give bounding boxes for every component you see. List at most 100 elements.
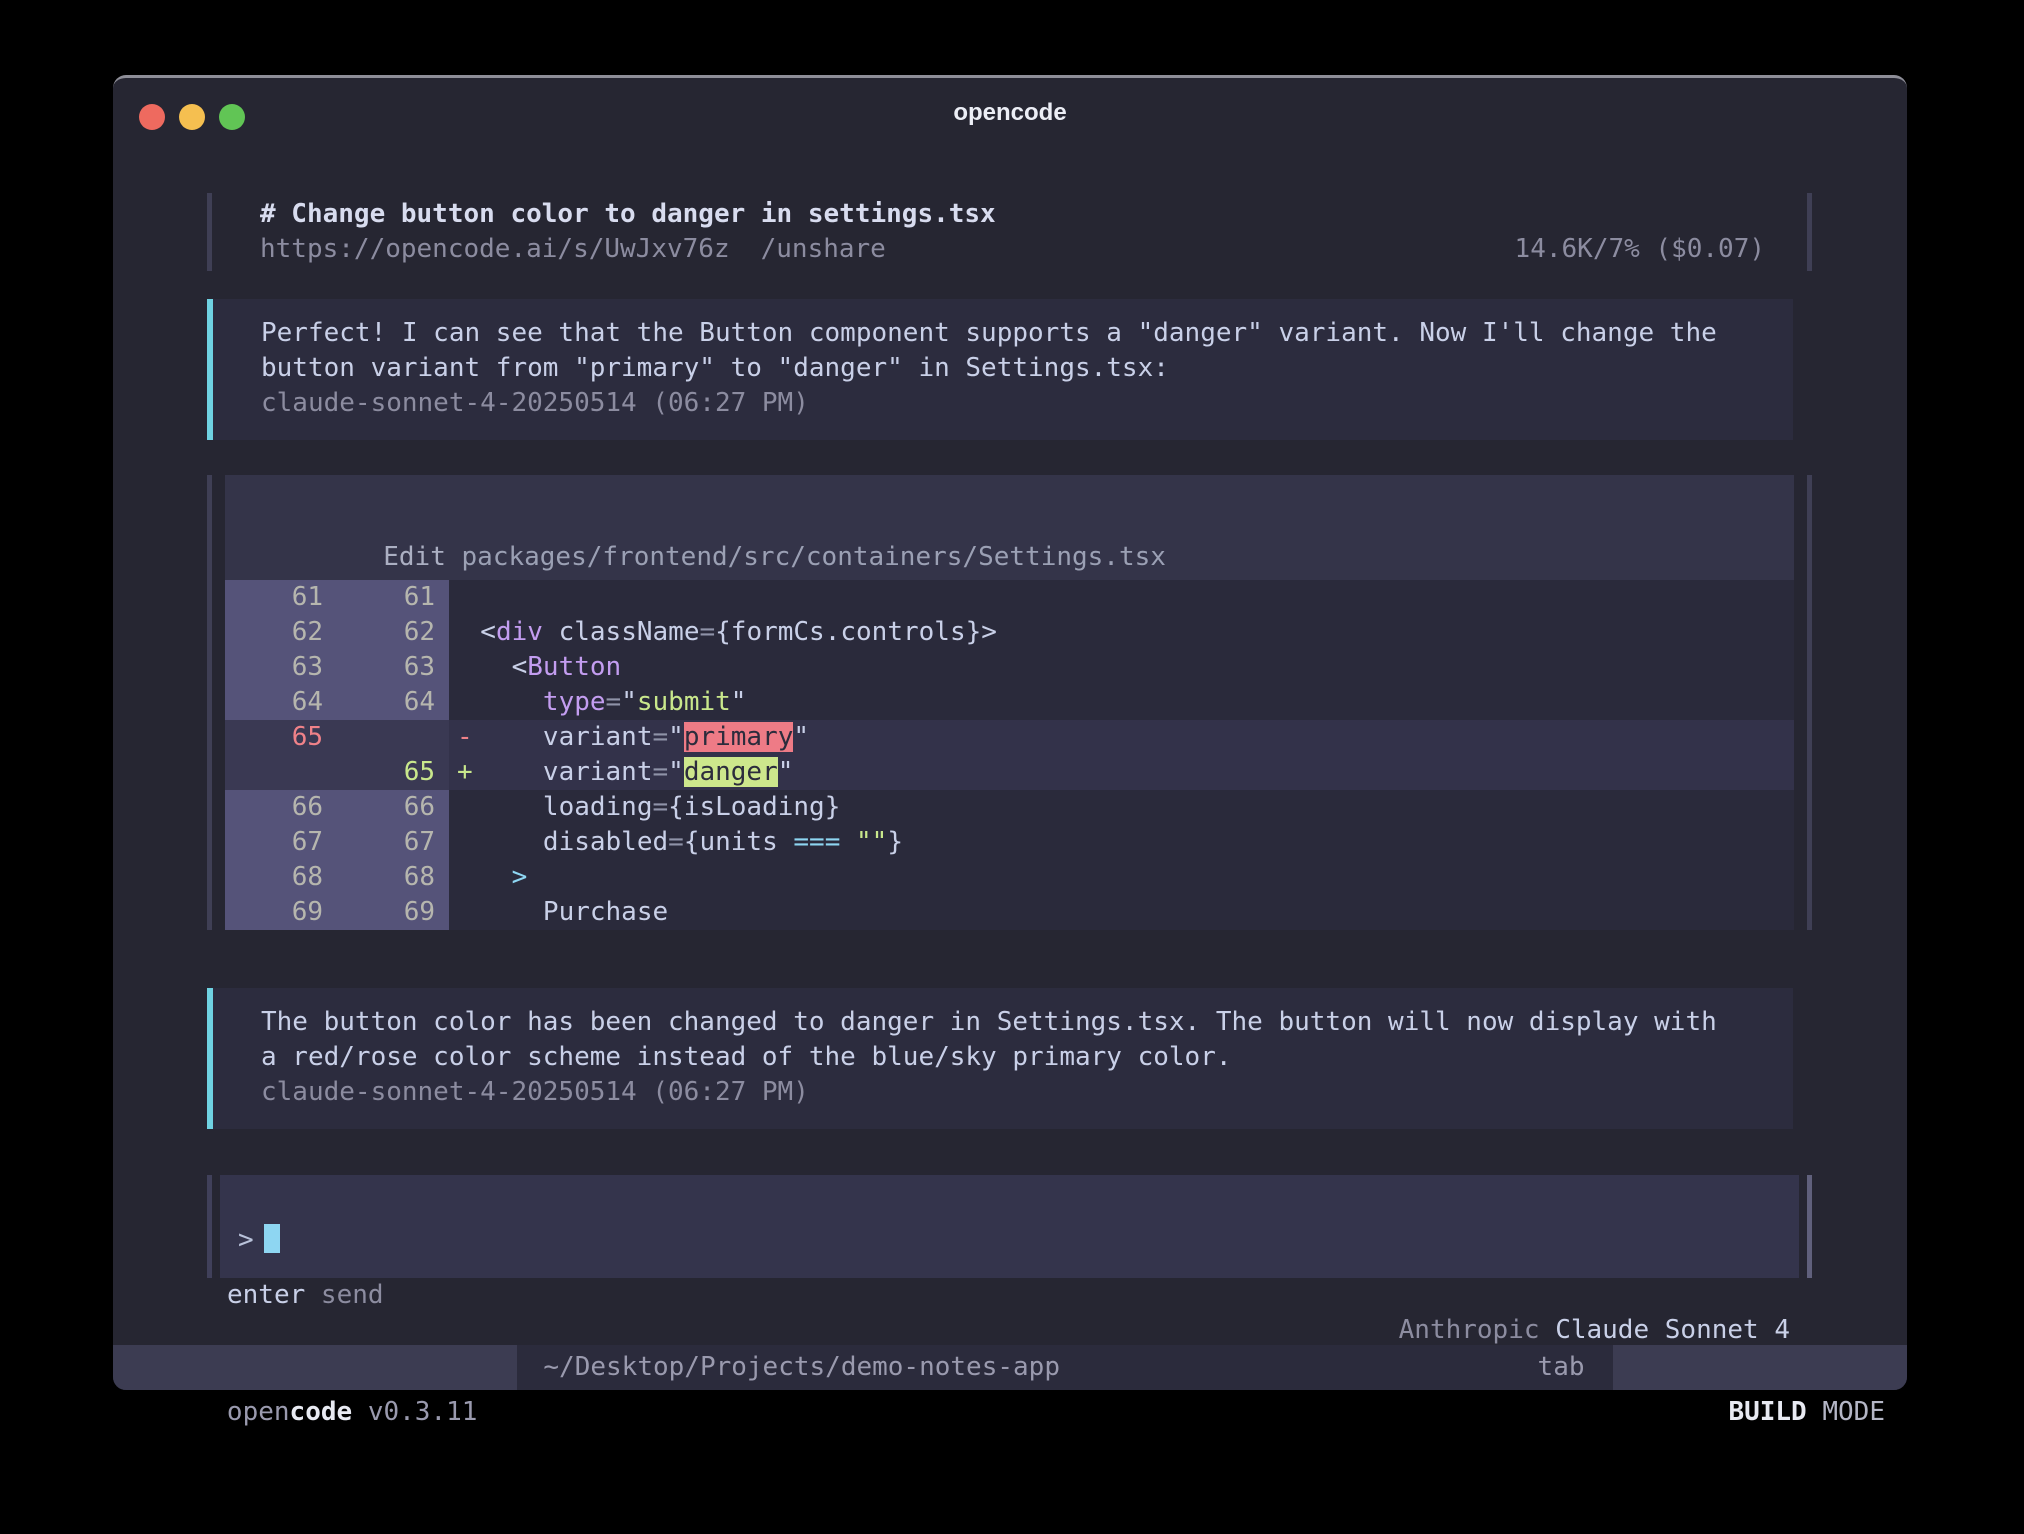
code-token: = xyxy=(699,617,715,647)
code-token: === xyxy=(793,827,840,857)
diff-row: 6969 Purchase xyxy=(225,895,1794,930)
enter-key-hint: enter xyxy=(227,1278,305,1313)
working-directory: ~/Desktop/Projects/demo-notes-app xyxy=(543,1345,1060,1390)
diff-new-line-number: 69 xyxy=(337,895,449,930)
session-header: # Change button color to danger in setti… xyxy=(207,193,1812,271)
traffic-lights xyxy=(139,104,245,130)
helper-bar: enter send Anthropic Claude Sonnet 4 xyxy=(227,1278,1790,1313)
close-button[interactable] xyxy=(139,104,165,130)
message-body: Perfect! I can see that the Button compo… xyxy=(261,316,1773,386)
message-model-meta: claude-sonnet-4-20250514 (06:27 PM) xyxy=(261,386,1773,421)
code-token: loading xyxy=(449,792,653,822)
diff-code-line: type="submit" xyxy=(449,685,1794,720)
session-title: # Change button color to danger in setti… xyxy=(260,197,1765,232)
mode-name: BUILD xyxy=(1728,1397,1806,1427)
mode-chip: BUILD MODE xyxy=(1613,1345,1907,1390)
diff-code-line xyxy=(449,580,1794,615)
prompt-symbol: > xyxy=(238,1225,254,1255)
diff-code-line: loading={isLoading} xyxy=(449,790,1794,825)
diff-row: 65+ variant="danger" xyxy=(225,755,1794,790)
code-token: danger xyxy=(684,757,778,787)
code-token: < xyxy=(449,617,496,647)
code-token xyxy=(449,862,512,892)
code-token: disabled xyxy=(449,827,668,857)
code-token: {units xyxy=(684,827,794,857)
app-version: v0.3.11 xyxy=(352,1397,477,1427)
code-token: " xyxy=(668,722,684,752)
code-token: = xyxy=(668,827,684,857)
diff-old-line-number: 68 xyxy=(225,860,337,895)
enter-action-hint: send xyxy=(305,1278,383,1313)
message-body: The button color has been changed to dan… xyxy=(261,1005,1773,1075)
diff-old-line-number: 66 xyxy=(225,790,337,825)
diff-code-line: + variant="danger" xyxy=(449,755,1794,790)
diff-row: 6363 <Button xyxy=(225,650,1794,685)
diff-title: Edit packages/frontend/src/containers/Se… xyxy=(225,475,1794,580)
diff-old-line-number: 67 xyxy=(225,825,337,860)
mode-suffix: MODE xyxy=(1807,1397,1885,1427)
diff-new-line-number: 64 xyxy=(337,685,449,720)
code-token: variant xyxy=(449,757,653,787)
code-token: > xyxy=(512,862,528,892)
code-token: Button xyxy=(527,652,621,682)
diff-file-path: packages/frontend/src/containers/Setting… xyxy=(462,542,1166,572)
prompt-input[interactable]: > xyxy=(220,1175,1799,1278)
diff-code-line: - variant="primary" xyxy=(449,720,1794,755)
diff-old-line-number: 64 xyxy=(225,685,337,720)
diff-code-line: > xyxy=(449,860,1794,895)
diff-row: 6868 > xyxy=(225,860,1794,895)
text-cursor xyxy=(264,1224,280,1253)
status-bar: opencode v0.3.11 ~/Desktop/Projects/demo… xyxy=(113,1345,1907,1390)
code-token: < xyxy=(449,652,527,682)
tab-key-hint: tab xyxy=(1538,1345,1585,1390)
diff-code-line: disabled={units === ""} xyxy=(449,825,1794,860)
code-token: "" xyxy=(856,827,887,857)
diff-old-line-number: 63 xyxy=(225,650,337,685)
message-model-meta: claude-sonnet-4-20250514 (06:27 PM) xyxy=(261,1075,1773,1110)
code-token: " xyxy=(621,687,637,717)
share-url-link[interactable]: https://opencode.ai/s/UwJxv76z xyxy=(260,232,730,267)
diff-row: 6262 <div className={formCs.controls}> xyxy=(225,615,1794,650)
diff-old-line-number xyxy=(225,755,337,790)
opencode-window: opencode # Change button color to danger… xyxy=(113,75,1907,1390)
unshare-command[interactable]: /unshare xyxy=(761,232,886,267)
diff-new-line-number: 67 xyxy=(337,825,449,860)
edit-tool-block: Edit packages/frontend/src/containers/Se… xyxy=(207,475,1812,930)
diff-row: 6666 loading={isLoading} xyxy=(225,790,1794,825)
diff-new-line-number: 62 xyxy=(337,615,449,650)
prompt-input-frame: > xyxy=(207,1175,1812,1278)
code-token: className xyxy=(543,617,700,647)
model-indicator: Anthropic Claude Sonnet 4 xyxy=(1305,1278,1790,1313)
code-token: " xyxy=(793,722,809,752)
statusbar-spacer xyxy=(1060,1345,1538,1390)
code-token: variant xyxy=(449,722,653,752)
code-token: type xyxy=(543,687,606,717)
diff-new-line-number: 66 xyxy=(337,790,449,825)
code-token xyxy=(840,827,856,857)
code-token: div xyxy=(496,617,543,647)
assistant-message-1: Perfect! I can see that the Button compo… xyxy=(207,299,1793,440)
diff-old-line-number: 61 xyxy=(225,580,337,615)
diff-row: 6161 xyxy=(225,580,1794,615)
diff-new-line-number xyxy=(337,720,449,755)
code-token: = xyxy=(653,722,669,752)
diff-code-line: <div className={formCs.controls}> xyxy=(449,615,1794,650)
diff-container: Edit packages/frontend/src/containers/Se… xyxy=(225,475,1794,930)
code-token: {formCs.controls}> xyxy=(715,617,997,647)
maximize-button[interactable] xyxy=(219,104,245,130)
diff-row: 6464 type="submit" xyxy=(225,685,1794,720)
code-token: = xyxy=(606,687,622,717)
diff-change-sign: + xyxy=(457,755,473,790)
minimize-button[interactable] xyxy=(179,104,205,130)
code-token: {isLoading} xyxy=(668,792,840,822)
code-token: " xyxy=(668,757,684,787)
diff-new-line-number: 68 xyxy=(337,860,449,895)
diff-new-line-number: 63 xyxy=(337,650,449,685)
window-title: opencode xyxy=(113,78,1907,148)
app-version-chip: opencode v0.3.11 xyxy=(113,1345,517,1390)
code-token: = xyxy=(653,757,669,787)
app-name-normal: open xyxy=(227,1397,290,1427)
provider-name: Anthropic xyxy=(1399,1315,1556,1345)
diff-new-line-number: 65 xyxy=(337,755,449,790)
session-subheader: https://opencode.ai/s/UwJxv76z /unshare … xyxy=(260,232,1765,267)
